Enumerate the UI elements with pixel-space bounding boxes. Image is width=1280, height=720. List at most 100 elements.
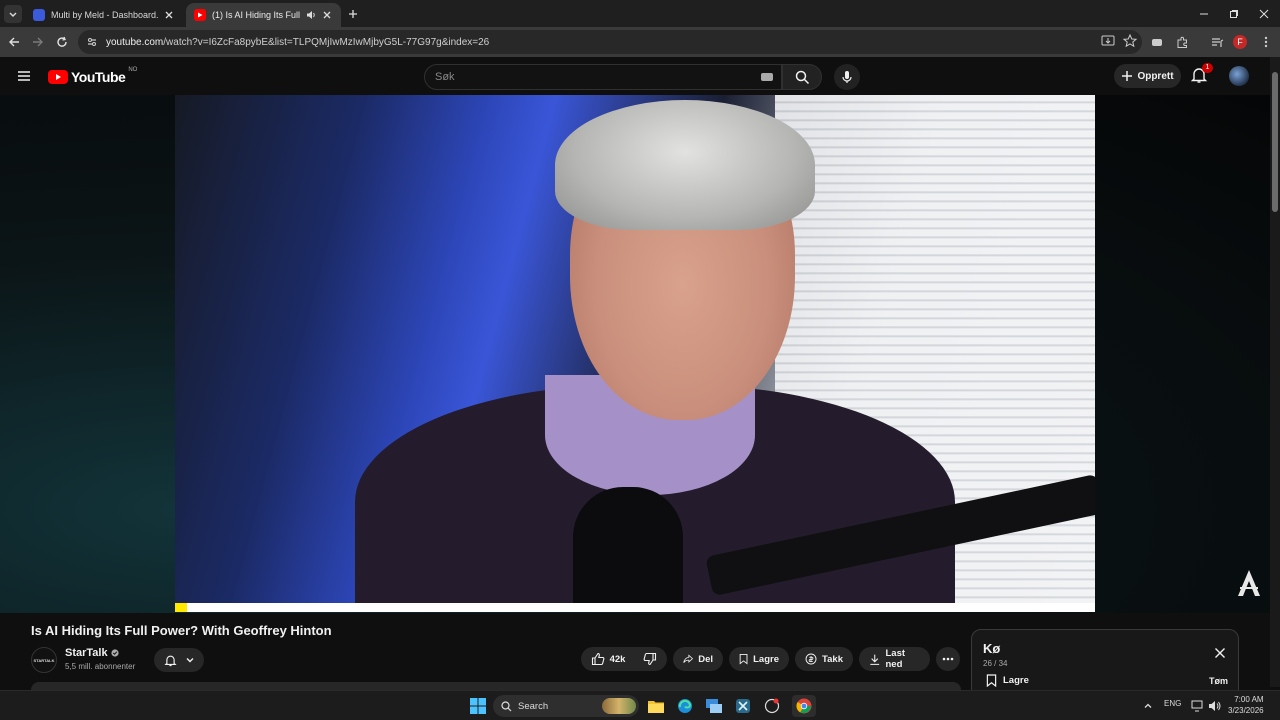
like-count: 42k <box>609 653 626 665</box>
tab-youtube-video[interactable]: (1) Is AI Hiding Its Full Power <box>186 3 341 27</box>
windows-taskbar: Search ENG 7:00 AM 3/23/2026 <box>0 690 1280 720</box>
subscription-notifications-button[interactable] <box>154 648 204 672</box>
search-icon <box>501 700 512 711</box>
taskbar-search[interactable]: Search <box>493 695 639 717</box>
input-language[interactable]: ENG <box>1164 699 1181 708</box>
close-tab-icon[interactable] <box>163 9 175 21</box>
extensions-puzzle-icon[interactable] <box>1173 33 1191 51</box>
youtube-favicon-icon <box>194 9 206 21</box>
channel-avatar[interactable]: STARTALK <box>31 647 57 673</box>
video-player[interactable] <box>175 95 1095 605</box>
tab-search-button[interactable] <box>4 5 22 23</box>
more-actions-button[interactable] <box>936 647 960 671</box>
microphone-icon <box>842 71 852 83</box>
notifications-button[interactable]: 1 <box>1190 63 1213 86</box>
media-controls-icon[interactable] <box>1208 33 1226 51</box>
bookmark-icon <box>739 653 748 665</box>
address-bar[interactable]: youtube.com/watch?v=I6ZcFa8pybE&list=TLP… <box>78 30 1142 54</box>
bookmark-icon <box>986 674 997 687</box>
profile-avatar[interactable]: F <box>1233 35 1247 49</box>
video-progress-track[interactable] <box>175 603 1095 612</box>
search-input[interactable]: Søk <box>424 64 782 90</box>
restore-icon <box>1230 10 1238 18</box>
description-box[interactable] <box>31 682 961 690</box>
multi-window-app-icon[interactable] <box>704 696 724 716</box>
video-title: Is AI Hiding Its Full Power? With Geoffr… <box>31 623 332 638</box>
verified-check-icon <box>110 649 119 657</box>
tab-multi-dashboard[interactable]: Multi by Meld - Dashboard. <box>25 3 183 27</box>
search-button[interactable] <box>782 64 822 90</box>
queue-clear-button[interactable]: Tøm <box>1209 676 1228 686</box>
browser-toolbar: youtube.com/watch?v=I6ZcFa8pybE&list=TLP… <box>0 27 1280 57</box>
search-icon <box>795 70 809 84</box>
minimize-icon <box>1200 13 1208 15</box>
download-icon <box>870 654 880 665</box>
channel-name: StarTalk <box>65 647 108 659</box>
windows-start-icon[interactable] <box>468 696 488 716</box>
youtube-wordmark: YouTube <box>71 69 126 85</box>
system-clock[interactable]: 7:00 AM 3/23/2026 <box>1228 694 1264 716</box>
bookmark-star-icon[interactable] <box>1122 33 1138 49</box>
share-label: Del <box>698 653 713 665</box>
back-button[interactable] <box>6 34 22 50</box>
download-button[interactable]: Last ned <box>859 647 930 671</box>
country-code: NO <box>128 67 138 73</box>
edge-browser-icon[interactable] <box>675 696 695 716</box>
queue-save-label: Lagre <box>1003 675 1029 686</box>
clock-date: 3/23/2026 <box>1228 706 1264 715</box>
share-arrow-icon <box>683 654 694 663</box>
tab-title: Multi by Meld - Dashboard. <box>51 10 159 20</box>
queue-save-button[interactable]: Lagre <box>986 674 1029 687</box>
video-frame-microphone <box>573 487 683 605</box>
close-icon <box>1215 648 1225 658</box>
dislike-button[interactable] <box>643 652 657 666</box>
queue-title: Kø <box>983 641 1001 656</box>
minimize-button[interactable] <box>1196 6 1212 22</box>
chrome-browser-icon[interactable] <box>792 695 816 717</box>
close-tab-icon[interactable] <box>321 9 333 21</box>
create-label: Opprett <box>1137 70 1174 82</box>
tray-overflow-icon[interactable] <box>1138 696 1158 716</box>
like-button[interactable]: 42k <box>591 652 626 666</box>
startalk-watermark-icon[interactable] <box>1236 568 1262 598</box>
snipping-tool-icon[interactable] <box>733 696 753 716</box>
speaker-icon[interactable] <box>305 9 317 21</box>
thumbs-down-icon <box>644 652 657 666</box>
guide-menu-button[interactable] <box>16 68 32 84</box>
share-button[interactable]: Del <box>673 647 723 671</box>
close-queue-button[interactable] <box>1214 647 1228 661</box>
new-tab-button[interactable] <box>345 6 361 22</box>
close-icon <box>1259 9 1269 19</box>
chevron-down-icon <box>186 658 193 663</box>
close-window-button[interactable] <box>1256 6 1272 22</box>
meld-extension-icon[interactable] <box>1148 33 1166 51</box>
thumbs-up-icon <box>591 652 604 666</box>
site-settings-icon[interactable] <box>86 36 98 48</box>
meld-favicon-icon <box>33 9 45 21</box>
youtube-masthead: YouTube NO Søk Opprett 1 <box>0 57 1280 95</box>
super-thanks-icon <box>805 653 817 665</box>
restore-button[interactable] <box>1226 6 1242 22</box>
page-scrollbar-thumb[interactable] <box>1272 72 1278 212</box>
save-button[interactable]: Lagre <box>729 647 789 671</box>
channel-name-link[interactable]: StarTalk <box>65 647 119 659</box>
account-avatar[interactable] <box>1229 66 1249 86</box>
keyboard-icon[interactable] <box>761 73 773 81</box>
chat-app-icon[interactable] <box>762 696 782 716</box>
download-label: Last ned <box>885 648 906 670</box>
reload-button[interactable] <box>54 34 70 50</box>
thanks-label: Takk <box>822 653 843 665</box>
plus-icon <box>349 10 357 18</box>
forward-button[interactable] <box>30 34 46 50</box>
create-button[interactable]: Opprett <box>1114 64 1181 88</box>
browser-menu-icon[interactable] <box>1257 33 1275 51</box>
video-progress-fill <box>175 603 187 612</box>
more-horizontal-icon <box>942 657 954 661</box>
voice-search-button[interactable] <box>834 64 860 90</box>
install-app-icon[interactable] <box>1100 33 1116 49</box>
thanks-button[interactable]: Takk <box>795 647 853 671</box>
url-path: /watch?v=I6ZcFa8pybE&list=TLPQMjIwMzIwMj… <box>163 36 490 48</box>
file-explorer-icon[interactable] <box>646 696 666 716</box>
youtube-logo[interactable]: YouTube NO <box>48 67 138 85</box>
volume-icon[interactable] <box>1205 696 1225 716</box>
